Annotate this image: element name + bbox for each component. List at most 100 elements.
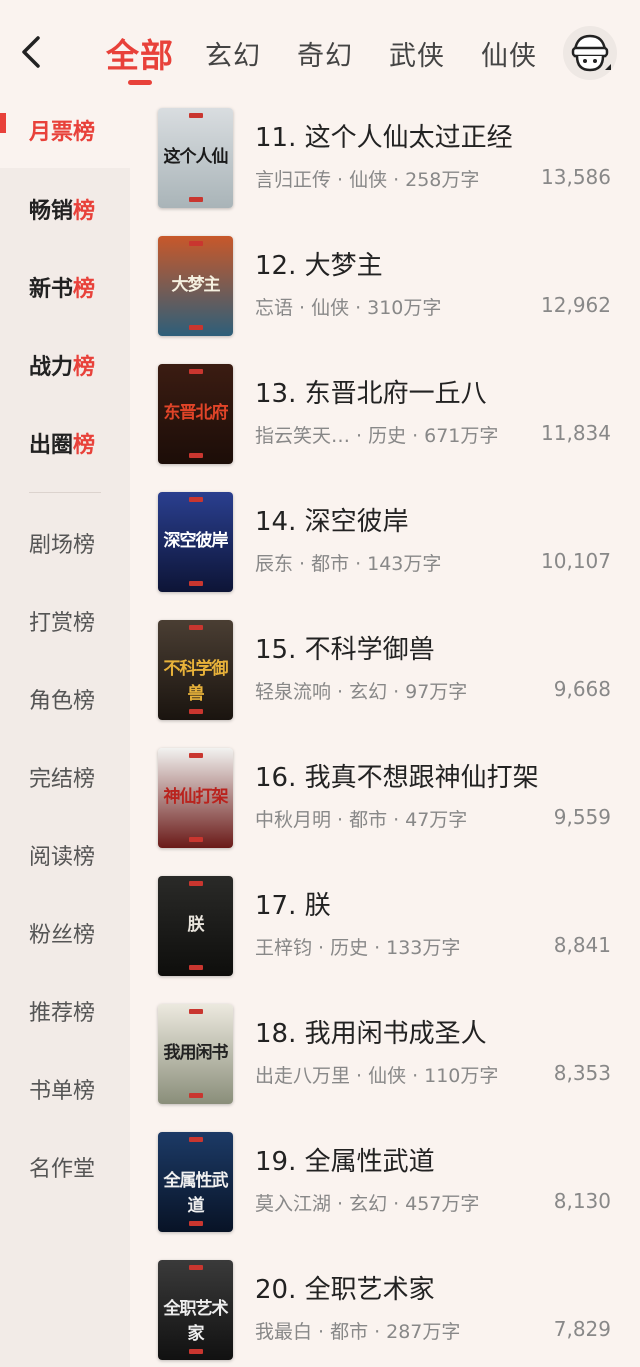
book-title[interactable]: 15. 不科学御兽	[255, 629, 435, 666]
book-genre: 都市	[311, 553, 350, 575]
book-word-count: 97万字	[405, 681, 468, 703]
book-list-item[interactable]: 我用闲书 18. 我用闲书成圣人 出走八万里 · 仙侠 · 110万字 8,353	[130, 999, 640, 1127]
sidebar-item-bestseller[interactable]: 畅销榜	[0, 170, 130, 248]
book-genre: 仙侠	[311, 297, 350, 319]
separator-dot: ·	[393, 681, 400, 703]
separator-dot: ·	[355, 553, 362, 575]
publisher-logo-icon	[189, 1221, 203, 1226]
book-list-item[interactable]: 不科学御兽 15. 不科学御兽 轻泉流响 · 玄幻 · 97万字 9,668	[130, 615, 640, 743]
separator-dot: ·	[356, 425, 363, 447]
monthly-ticket-count: 8,841	[553, 933, 611, 957]
book-title[interactable]: 17. 朕	[255, 885, 331, 922]
book-genre: 历史	[330, 937, 369, 959]
book-author[interactable]: 中秋月明	[255, 809, 331, 831]
book-cover[interactable]: 大梦主	[158, 236, 233, 336]
book-word-count: 671万字	[424, 425, 499, 447]
book-meta: 言归正传 · 仙侠 · 258万字	[255, 165, 479, 192]
book-title[interactable]: 12. 大梦主	[255, 245, 383, 282]
book-cover[interactable]: 深空彼岸	[158, 492, 233, 592]
book-author[interactable]: 莫入江湖	[255, 1193, 331, 1215]
mascot-icon	[571, 34, 611, 72]
book-title[interactable]: 14. 深空彼岸	[255, 501, 409, 538]
book-cover[interactable]: 全属性武道	[158, 1132, 233, 1232]
monthly-ticket-count: 8,353	[553, 1061, 611, 1085]
separator-dot: ·	[412, 1065, 419, 1087]
book-title[interactable]: 16. 我真不想跟神仙打架	[255, 757, 539, 794]
tab-wuxia[interactable]: 武侠	[389, 34, 445, 73]
book-author[interactable]: 我最白	[255, 1321, 312, 1343]
monthly-ticket-count: 8,130	[553, 1189, 611, 1213]
avatar[interactable]	[563, 26, 617, 80]
book-title[interactable]: 13. 东晋北府一丘八	[255, 373, 487, 410]
publisher-logo-icon	[189, 241, 203, 246]
sidebar-item-monthly-ticket[interactable]: 月票榜	[0, 92, 130, 168]
book-title[interactable]: 20. 全职艺术家	[255, 1269, 435, 1306]
book-meta: 指云笑天… · 历史 · 671万字	[255, 421, 498, 448]
sidebar-item-hall-of-fame[interactable]: 名作堂	[0, 1128, 130, 1206]
book-cover[interactable]: 我用闲书	[158, 1004, 233, 1104]
separator-dot: ·	[374, 1321, 381, 1343]
cover-title: 朕	[187, 915, 205, 935]
book-list-item[interactable]: 这个人仙 11. 这个人仙太过正经 言归正传 · 仙侠 · 258万字 13,586	[130, 103, 640, 231]
book-author[interactable]: 忘语	[255, 297, 293, 319]
book-list-item[interactable]: 全属性武道 19. 全属性武道 莫入江湖 · 玄幻 · 457万字 8,130	[130, 1127, 640, 1255]
book-author[interactable]: 轻泉流响	[255, 681, 331, 703]
tab-xianxia[interactable]: 仙侠	[481, 34, 537, 73]
sidebar-item-booklist[interactable]: 书单榜	[0, 1050, 130, 1128]
book-title[interactable]: 18. 我用闲书成圣人	[255, 1013, 487, 1050]
book-author[interactable]: 出走八万里	[255, 1065, 350, 1087]
monthly-ticket-count: 7,829	[553, 1317, 611, 1341]
sidebar-item-new-book[interactable]: 新书榜	[0, 248, 130, 326]
book-author[interactable]: 辰东	[255, 553, 293, 575]
book-cover[interactable]: 全职艺术家	[158, 1260, 233, 1360]
book-list-item[interactable]: 大梦主 12. 大梦主 忘语 · 仙侠 · 310万字 12,962	[130, 231, 640, 359]
sidebar-item-reading[interactable]: 阅读榜	[0, 816, 130, 894]
book-list-item[interactable]: 神仙打架 16. 我真不想跟神仙打架 中秋月明 · 都市 · 47万字 9,559	[130, 743, 640, 871]
separator-dot: ·	[355, 297, 362, 319]
book-author[interactable]: 王梓钧	[255, 937, 312, 959]
book-cover[interactable]: 这个人仙	[158, 108, 233, 208]
category-tabs: 全部 玄幻 奇幻 武侠 仙侠	[0, 0, 640, 100]
sidebar-item-breakout[interactable]: 出圈榜	[0, 404, 130, 482]
tab-all[interactable]: 全部	[106, 29, 174, 77]
book-meta: 中秋月明 · 都市 · 47万字	[255, 805, 467, 832]
book-genre: 玄幻	[349, 681, 388, 703]
publisher-logo-icon	[189, 113, 203, 118]
book-list-item[interactable]: 全职艺术家 20. 全职艺术家 我最白 · 都市 · 287万字 7,829	[130, 1255, 640, 1367]
sidebar-item-label: 畅销	[29, 199, 74, 224]
book-title[interactable]: 19. 全属性武道	[255, 1141, 435, 1178]
tab-qihuan[interactable]: 奇幻	[297, 34, 353, 73]
book-list-item[interactable]: 东晋北府 13. 东晋北府一丘八 指云笑天… · 历史 · 671万字 11,834	[130, 359, 640, 487]
tab-xuanhuan[interactable]: 玄幻	[205, 34, 261, 73]
book-title[interactable]: 11. 这个人仙太过正经	[255, 117, 513, 154]
book-author[interactable]: 言归正传	[255, 169, 331, 191]
book-genre: 仙侠	[349, 169, 388, 191]
book-list-item[interactable]: 深空彼岸 14. 深空彼岸 辰东 · 都市 · 143万字 10,107	[130, 487, 640, 615]
publisher-logo-icon	[189, 625, 203, 630]
cover-title: 大梦主	[171, 275, 221, 295]
sidebar-item-label: 打赏榜	[29, 611, 96, 636]
monthly-ticket-count: 9,668	[553, 677, 611, 701]
sidebar-item-label: 新书	[29, 277, 74, 302]
book-list-item[interactable]: 朕 17. 朕 王梓钧 · 历史 · 133万字 8,841	[130, 871, 640, 999]
book-author[interactable]: 指云笑天…	[255, 425, 350, 447]
monthly-ticket-count: 13,586	[541, 165, 611, 189]
sidebar-item-label: 剧场榜	[29, 533, 96, 558]
sidebar-item-theater[interactable]: 剧场榜	[0, 504, 130, 582]
book-cover[interactable]: 东晋北府	[158, 364, 233, 464]
book-cover[interactable]: 神仙打架	[158, 748, 233, 848]
separator-dot: ·	[393, 1193, 400, 1215]
sidebar-item-power[interactable]: 战力榜	[0, 326, 130, 404]
cover-title: 这个人仙	[163, 147, 229, 167]
sidebar-item-label: 推荐榜	[29, 1001, 96, 1026]
publisher-logo-icon	[189, 1009, 203, 1014]
sidebar-item-completed[interactable]: 完结榜	[0, 738, 130, 816]
sidebar-item-reward[interactable]: 打赏榜	[0, 582, 130, 660]
sidebar-item-fans[interactable]: 粉丝榜	[0, 894, 130, 972]
sidebar-item-recommend[interactable]: 推荐榜	[0, 972, 130, 1050]
separator-dot: ·	[299, 297, 306, 319]
book-cover[interactable]: 不科学御兽	[158, 620, 233, 720]
book-cover[interactable]: 朕	[158, 876, 233, 976]
sidebar-item-character[interactable]: 角色榜	[0, 660, 130, 738]
book-genre: 都市	[349, 809, 388, 831]
